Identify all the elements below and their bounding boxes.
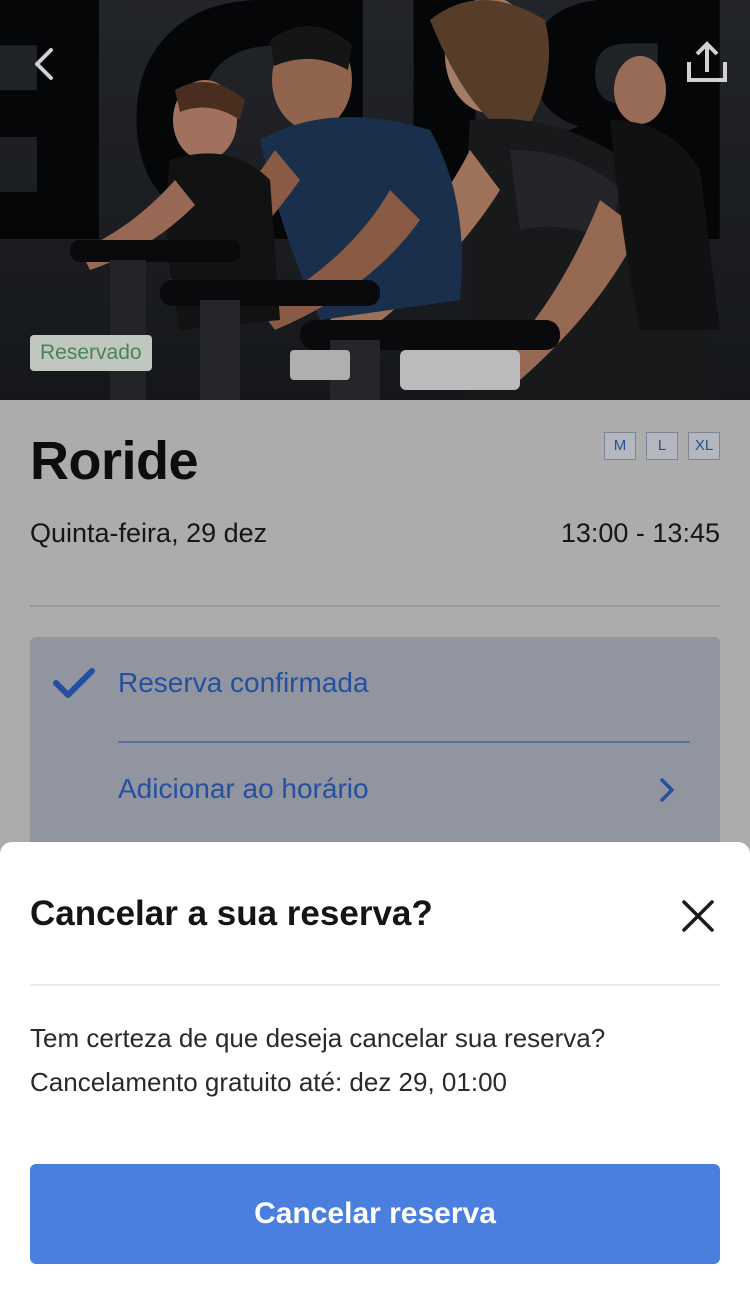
cancel-booking-button[interactable]: Cancelar reserva xyxy=(30,1164,720,1264)
size-chips: M L XL xyxy=(604,432,720,460)
cancel-confirmation-text: Tem certeza de que deseja cancelar sua r… xyxy=(30,1023,606,1053)
close-icon xyxy=(682,900,714,932)
sheet-title: Cancelar a sua reserva? xyxy=(30,894,433,933)
free-cancellation-text: Cancelamento gratuito até: dez 29, 01:00 xyxy=(30,1067,507,1097)
close-button[interactable] xyxy=(676,894,720,938)
size-chip-l: L xyxy=(646,432,678,460)
chevron-left-icon xyxy=(35,48,53,80)
class-time: 13:00 - 13:45 xyxy=(560,518,720,548)
size-chip-xl: XL xyxy=(688,432,720,460)
booking-status-card: Reserva confirmada Adicionar ao horário xyxy=(30,637,720,877)
size-chip-m: M xyxy=(604,432,636,460)
booking-confirmed-label: Reserva confirmada xyxy=(118,667,369,698)
add-to-schedule-label: Adicionar ao horário xyxy=(118,773,369,804)
class-hero-image: RIDE xyxy=(0,0,750,400)
add-to-schedule-link[interactable]: Adicionar ao horário xyxy=(118,767,690,811)
sheet-divider xyxy=(30,984,720,986)
class-date: Quinta-feira, 29 dez xyxy=(30,518,268,548)
status-badge: Reservado xyxy=(30,335,152,371)
divider xyxy=(30,605,720,607)
card-divider xyxy=(118,741,690,743)
chevron-right-icon xyxy=(660,778,674,802)
class-title: Roride xyxy=(30,431,199,491)
share-button[interactable] xyxy=(682,36,732,88)
checkmark-icon xyxy=(53,668,95,698)
share-upload-icon xyxy=(687,41,727,82)
cancel-booking-sheet: Cancelar a sua reserva? Tem certeza de q… xyxy=(0,842,750,1294)
sheet-message: Tem certeza de que deseja cancelar sua r… xyxy=(30,1016,720,1104)
back-button[interactable] xyxy=(22,40,66,88)
